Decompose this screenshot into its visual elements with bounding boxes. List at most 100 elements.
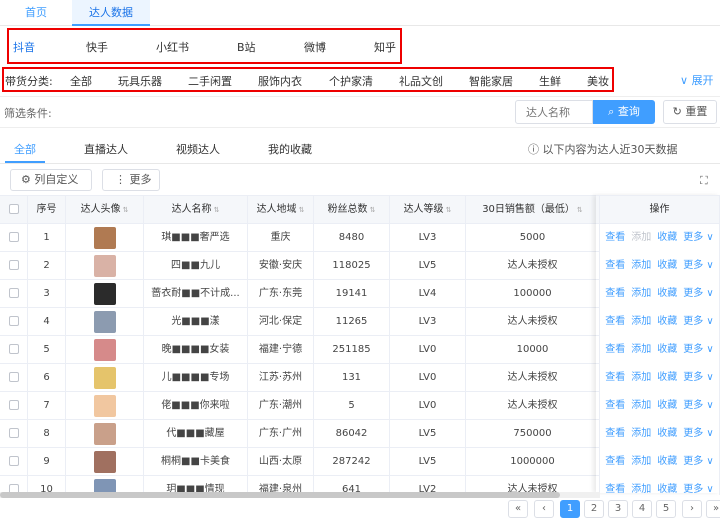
favorite-link[interactable]: 收藏 [657,484,677,495]
more-dropdown[interactable]: 更多 ∨ [683,288,714,299]
category-personal-care[interactable]: 个护家清 [329,73,373,89]
next-page-button[interactable]: › [682,500,702,518]
category-secondhand[interactable]: 二手闲置 [188,73,232,89]
row-checkbox[interactable] [8,344,19,354]
header-sales[interactable]: 30日销售额（最低） ⇅ [466,196,600,224]
category-gifts[interactable]: 礼品文创 [399,73,443,89]
scrollbar-thumb[interactable] [0,492,560,498]
platform-zhihu[interactable]: 知乎 [374,39,396,55]
add-link[interactable]: 添加 [631,484,651,495]
more-dropdown[interactable]: 更多 ∨ [683,400,714,411]
tab-video[interactable]: 视频达人 [176,141,220,157]
view-link[interactable]: 查看 [605,288,625,299]
platform-kuaishou[interactable]: 快手 [86,39,108,55]
category-beauty[interactable]: 美妆 [587,73,609,89]
first-page-button[interactable]: « [508,500,528,518]
sort-icon[interactable]: ⇅ [370,206,376,214]
select-all-checkbox[interactable] [8,204,19,214]
row-checkbox[interactable] [8,428,19,438]
favorite-link[interactable]: 收藏 [657,372,677,383]
header-fans[interactable]: 粉丝总数 ⇅ [314,196,390,224]
category-all[interactable]: 全部 [70,73,92,89]
header-level[interactable]: 达人等级 ⇅ [390,196,466,224]
favorite-link[interactable]: 收藏 [657,456,677,467]
prev-page-button[interactable]: ‹ [534,500,554,518]
page-3-button[interactable]: 3 [608,500,628,518]
category-smart-home[interactable]: 智能家居 [469,73,513,89]
row-checkbox[interactable] [8,260,19,270]
header-name[interactable]: 达人名称 ⇅ [144,196,248,224]
page-5-button[interactable]: 5 [656,500,676,518]
category-clothing[interactable]: 服饰内衣 [258,73,302,89]
last-page-button[interactable]: » [706,500,720,518]
favorite-link[interactable]: 收藏 [657,428,677,439]
tab-all[interactable]: 全部 [14,141,36,157]
row-checkbox[interactable] [8,400,19,410]
page-1-button[interactable]: 1 [560,500,580,518]
favorite-link[interactable]: 收藏 [657,400,677,411]
header-region[interactable]: 达人地域 ⇅ [248,196,314,224]
nav-home[interactable]: 首页 [18,0,54,26]
sort-icon[interactable]: ⇅ [214,206,220,214]
add-link[interactable]: 添加 [631,456,651,467]
view-link[interactable]: 查看 [605,344,625,355]
expand-button[interactable]: ∨ 展开 [680,72,714,88]
nav-talent-data[interactable]: 达人数据 [72,0,150,26]
more-dropdown[interactable]: 更多 ∨ [683,232,714,243]
view-link[interactable]: 查看 [605,316,625,327]
search-button[interactable]: ⌕ 查询 [593,100,655,124]
more-dropdown[interactable]: 更多 ∨ [683,428,714,439]
add-link[interactable]: 添加 [631,400,651,411]
more-dropdown[interactable]: 更多 ∨ [683,372,714,383]
talent-name-input[interactable] [515,100,593,124]
view-link[interactable]: 查看 [605,456,625,467]
row-checkbox[interactable] [8,288,19,298]
view-link[interactable]: 查看 [605,428,625,439]
page-2-button[interactable]: 2 [584,500,604,518]
header-select-all[interactable] [0,196,28,224]
more-dropdown[interactable]: 更多 ∨ [683,316,714,327]
category-toys[interactable]: 玩具乐器 [118,73,162,89]
category-fresh[interactable]: 生鲜 [539,73,561,89]
add-link[interactable]: 添加 [631,260,651,271]
more-dropdown[interactable]: 更多 ∨ [683,344,714,355]
sort-icon[interactable]: ⇅ [299,206,305,214]
view-link[interactable]: 查看 [605,484,625,495]
view-link[interactable]: 查看 [605,400,625,411]
add-link[interactable]: 添加 [631,344,651,355]
platform-weibo[interactable]: 微博 [304,39,326,55]
horizontal-scrollbar[interactable] [0,492,600,498]
sort-icon[interactable]: ⇅ [123,206,129,214]
add-link[interactable]: 添加 [631,232,651,243]
more-dropdown[interactable]: 更多 ∨ [683,456,714,467]
page-4-button[interactable]: 4 [632,500,652,518]
row-checkbox[interactable] [8,372,19,382]
more-dropdown[interactable]: 更多 ∨ [683,260,714,271]
favorite-link[interactable]: 收藏 [657,232,677,243]
sort-icon[interactable]: ⇅ [577,206,583,214]
favorite-link[interactable]: 收藏 [657,344,677,355]
row-checkbox[interactable] [8,456,19,466]
platform-douyin[interactable]: 抖音 [13,39,35,55]
reset-button[interactable]: ↻ 重置 [663,100,717,124]
fullscreen-icon[interactable]: ⛶ [700,174,708,188]
more-button[interactable]: ⋮ 更多 [102,169,160,191]
more-dropdown[interactable]: 更多 ∨ [683,484,714,495]
platform-bilibili[interactable]: B站 [237,39,256,55]
favorite-link[interactable]: 收藏 [657,288,677,299]
tab-favorites[interactable]: 我的收藏 [268,141,312,157]
add-link[interactable]: 添加 [631,288,651,299]
view-link[interactable]: 查看 [605,260,625,271]
favorite-link[interactable]: 收藏 [657,260,677,271]
favorite-link[interactable]: 收藏 [657,316,677,327]
tab-live[interactable]: 直播达人 [84,141,128,157]
row-checkbox[interactable] [8,232,19,242]
row-checkbox[interactable] [8,316,19,326]
header-avatar[interactable]: 达人头像 ⇅ [66,196,144,224]
view-link[interactable]: 查看 [605,232,625,243]
view-link[interactable]: 查看 [605,372,625,383]
platform-xiaohongshu[interactable]: 小红书 [156,39,189,55]
add-link[interactable]: 添加 [631,372,651,383]
custom-columns-button[interactable]: ⚙ 列自定义 [10,169,92,191]
add-link[interactable]: 添加 [631,428,651,439]
